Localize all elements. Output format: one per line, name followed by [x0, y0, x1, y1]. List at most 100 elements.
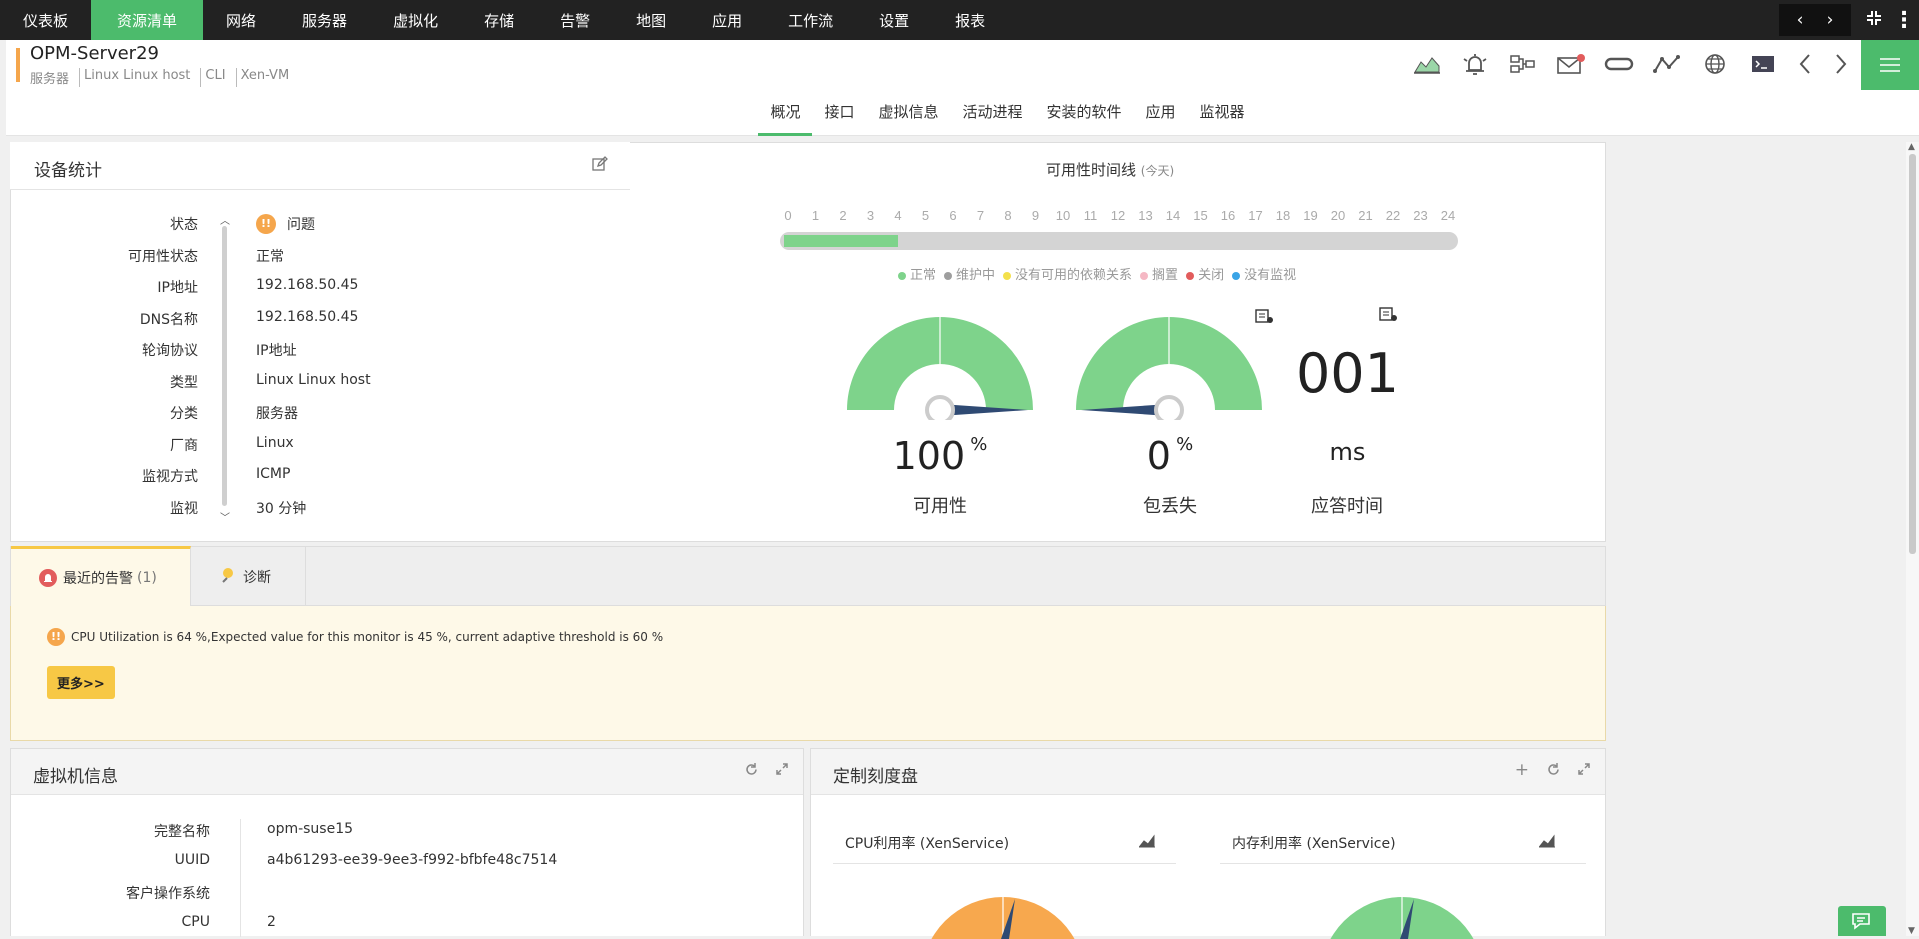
chat-icon[interactable]	[1838, 906, 1886, 936]
legend-item: 没有监视	[1232, 264, 1296, 283]
nav-inventory[interactable]: 资源清单	[91, 0, 204, 40]
chevron-right-icon[interactable]: ›	[1815, 10, 1845, 30]
availability-gauge-label: 可用性	[913, 496, 967, 517]
nav-maps[interactable]: 地图	[613, 0, 689, 40]
response-time-unit: ms	[1329, 438, 1366, 466]
refresh-icon[interactable]	[744, 762, 759, 781]
memory-dial-gauge	[1330, 897, 1474, 939]
nav-workflow[interactable]: 工作流	[765, 0, 856, 40]
nav-apps[interactable]: 应用	[689, 0, 765, 40]
tab-active-processes[interactable]: 活动进程	[950, 90, 1034, 136]
scroll-thumb[interactable]	[222, 226, 227, 506]
timeline-hour-label: 3	[867, 208, 874, 223]
availability-gauge-value: 100 %	[870, 434, 1010, 478]
timeline-hour-label: 18	[1276, 208, 1290, 223]
page-scroll-up-icon[interactable]: ▲	[1908, 142, 1915, 152]
timeline-up-segment[interactable]	[784, 235, 898, 247]
more-button[interactable]: 更多>>	[47, 666, 115, 699]
dial-memory-label: 内存利用率 (XenService)	[1232, 836, 1396, 852]
device-protocol: CLI	[200, 68, 231, 87]
stat-value-text: ICMP	[256, 466, 291, 482]
stat-label: 监视	[170, 500, 198, 517]
mail-icon[interactable]	[1547, 50, 1595, 78]
gauge-hub	[925, 395, 955, 420]
availability-title-suffix: (今天)	[1140, 164, 1175, 178]
device-header: OPM-Server29 服务器 Linux Linux host CLI Xe…	[6, 40, 1919, 136]
alarm-bell-icon[interactable]	[1451, 50, 1499, 78]
report-icon-2[interactable]	[1377, 305, 1399, 327]
graph-icon[interactable]	[1403, 50, 1451, 78]
refresh-icon[interactable]	[1546, 762, 1561, 781]
legend-dot	[944, 271, 953, 280]
trend-line-icon[interactable]	[1643, 50, 1691, 78]
nav-storage[interactable]: 存储	[461, 0, 537, 40]
expand-icon[interactable]	[1577, 762, 1591, 780]
stat-value: IP地址	[256, 340, 297, 360]
edit-icon[interactable]	[592, 156, 608, 176]
hamburger-menu-icon[interactable]	[1861, 40, 1919, 90]
page-scroll-thumb[interactable]	[1909, 154, 1916, 554]
tab-overview[interactable]: 概况	[758, 90, 813, 136]
timeline-hour-label: 0	[784, 208, 791, 223]
tab-monitors[interactable]: 监视器	[1188, 90, 1257, 136]
scroll-up-icon[interactable]: ︿	[220, 212, 230, 227]
terminal-icon[interactable]	[1739, 50, 1787, 78]
timeline-hour-label: 6	[949, 208, 956, 223]
next-device-icon[interactable]	[1823, 50, 1859, 78]
legend-item: 搁置	[1140, 264, 1178, 283]
timeline-hour-label: 11	[1084, 208, 1098, 223]
availability-gauge	[847, 317, 1033, 420]
nav-reports[interactable]: 报表	[932, 0, 1008, 40]
chevron-left-icon[interactable]: ‹	[1785, 10, 1815, 30]
nav-alarms[interactable]: 告警	[537, 0, 613, 40]
nav-network[interactable]: 网络	[203, 0, 279, 40]
availability-legend: 正常 维护中 没有可用的依赖关系 搁置 关闭 没有监视	[898, 264, 1296, 283]
timeline-hour-label: 15	[1193, 208, 1207, 223]
legend-dot	[898, 271, 906, 280]
globe-icon[interactable]	[1691, 50, 1739, 78]
bell-alert-icon	[39, 569, 57, 587]
add-icon[interactable]: +	[1515, 760, 1529, 780]
timeline-hour-label: 9	[1032, 208, 1039, 223]
stat-value: 服务器	[256, 403, 298, 423]
tab-installed-software[interactable]: 安装的软件	[1035, 90, 1134, 136]
previous-device-icon[interactable]	[1787, 50, 1823, 78]
topology-icon[interactable]	[1499, 50, 1547, 78]
expand-icon[interactable]	[775, 762, 789, 780]
alert-content: !! CPU Utilization is 64 %,Expected valu…	[10, 606, 1606, 741]
timeline-hour-label: 13	[1138, 208, 1152, 223]
nav-servers[interactable]: 服务器	[279, 0, 370, 40]
stat-value-text: 服务器	[256, 406, 298, 422]
tab-recent-alerts-label: 最近的告警	[63, 571, 133, 587]
scroll-down-icon[interactable]: ﹀	[220, 509, 230, 524]
page-scrollbar[interactable]: ▲ ▼	[1906, 142, 1919, 936]
nav-virtualization[interactable]: 虚拟化	[370, 0, 461, 40]
vm-label: UUID	[174, 852, 210, 868]
device-type: Linux Linux host	[79, 68, 196, 87]
timeline-hour-label: 20	[1331, 208, 1345, 223]
page-scroll-down-icon[interactable]: ▼	[1908, 926, 1915, 936]
timeline-hour-label: 17	[1248, 208, 1262, 223]
chart-icon[interactable]	[1138, 833, 1156, 852]
collapse-icon[interactable]	[1859, 9, 1889, 32]
nav-dashboard[interactable]: 仪表板	[0, 0, 91, 40]
trouble-status-icon: !!	[256, 214, 276, 234]
tab-virtual-info[interactable]: 虚拟信息	[866, 90, 950, 136]
tab-interfaces[interactable]: 接口	[812, 90, 866, 136]
device-meta: 服务器 Linux Linux host CLI Xen-VM	[30, 68, 299, 87]
tab-diagnose[interactable]: 诊断	[191, 547, 306, 606]
legend-dot	[1140, 271, 1149, 280]
chart-icon[interactable]	[1538, 833, 1556, 852]
sync-icon[interactable]	[1595, 50, 1643, 78]
tab-recent-alerts[interactable]: 最近的告警 (1)	[11, 546, 191, 607]
alert-message[interactable]: CPU Utilization is 64 %,Expected value f…	[71, 630, 663, 644]
stats-scrollbar[interactable]: ︿ ﹀	[218, 212, 232, 524]
tab-applications[interactable]: 应用	[1134, 90, 1188, 136]
nav-settings[interactable]: 设置	[856, 0, 932, 40]
dial-divider	[833, 863, 1176, 864]
vm-value: opm-suse15	[267, 821, 354, 837]
custom-dials-panel: 定制刻度盘 + CPU利用率 (XenService) 内存利用率 (XenSe…	[810, 748, 1606, 939]
vm-info-title: 虚拟机信息	[33, 767, 118, 787]
more-vertical-icon[interactable]: ⋮	[1889, 8, 1919, 33]
report-icon[interactable]	[1253, 307, 1275, 329]
